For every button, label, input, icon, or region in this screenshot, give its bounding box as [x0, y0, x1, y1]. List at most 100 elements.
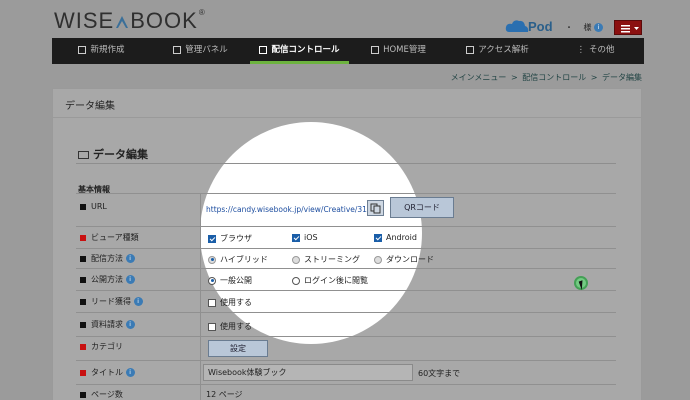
form-icon: [78, 151, 89, 159]
material-use[interactable]: 使用する: [208, 321, 252, 332]
info-icon[interactable]: i: [125, 368, 135, 377]
breadcrumb: メインメニュー > 配信コントロール > データ編集: [451, 72, 642, 83]
breadcrumb-sep: >: [590, 73, 598, 82]
breadcrumb-main-menu[interactable]: メインメニュー: [451, 73, 507, 82]
book-logo-icon: [116, 16, 129, 28]
nav-label: 新規作成: [90, 45, 125, 55]
nav-label: アクセス解析: [478, 45, 529, 55]
menu-button[interactable]: [614, 20, 642, 35]
option-label: iOS: [304, 233, 318, 242]
row-publish: 公開方法 i 一般公開 ログイン後に閲覧: [76, 268, 616, 290]
checkbox-unchecked[interactable]: [208, 298, 216, 307]
url-link[interactable]: https://candy.wisebook.jp/view/Creative/…: [206, 205, 379, 214]
info-icon[interactable]: i: [125, 275, 135, 284]
main-nav: 新規作成 管理パネル 配信コントロール HOME管理 アクセス解析 ⋮ その他: [52, 38, 644, 64]
section-title: データ編集: [78, 146, 148, 162]
row-url: URL https://candy.wisebook.jp/view/Creat…: [76, 193, 616, 226]
nav-label: その他: [588, 45, 615, 55]
title-input[interactable]: Wisebook体験ブック: [203, 364, 413, 381]
viewer-browser[interactable]: ブラウザ: [208, 233, 252, 244]
page-count: 12 ページ: [206, 390, 243, 399]
breadcrumb-delivery-control[interactable]: 配信コントロール: [522, 73, 586, 82]
checkbox-checked[interactable]: [374, 233, 382, 242]
logo-text-right: BOOK: [130, 8, 198, 33]
radio-disabled: [208, 255, 216, 264]
option-label: ハイブリッド: [220, 255, 268, 264]
lead-use[interactable]: 使用する: [208, 297, 252, 308]
bullet-icon: [80, 255, 86, 262]
nav-admin-panel[interactable]: 管理パネル: [151, 38, 250, 64]
nav-analytics[interactable]: アクセス解析: [448, 38, 547, 64]
row-category: カテゴリ: [76, 336, 616, 360]
copy-icon: [370, 203, 381, 214]
option-label: ブラウザ: [220, 234, 252, 243]
wisebook-logo[interactable]: WISE BOOK®: [54, 8, 206, 34]
logo-text-left: WISE: [54, 8, 115, 33]
checkbox-unchecked[interactable]: [208, 322, 216, 331]
row-delivery: 配信方法 i ハイブリッド ストリーミング ダウンロード: [76, 248, 616, 268]
title-hint: 60文字まで: [418, 369, 461, 378]
viewer-ios[interactable]: iOS: [292, 233, 318, 242]
row-label: タイトル: [91, 368, 123, 377]
row-label: 配信方法: [91, 254, 123, 263]
category-settings-button[interactable]: 設定: [208, 340, 268, 357]
nav-delivery-control[interactable]: 配信コントロール: [250, 38, 349, 64]
bullet-icon: [80, 321, 86, 328]
row-label: カテゴリ: [91, 342, 123, 351]
bar-chart-icon: [466, 45, 475, 54]
option-label: ログイン後に閲覧: [304, 276, 368, 285]
divider: [76, 163, 616, 164]
info-icon[interactable]: i: [125, 254, 135, 263]
nav-label: 管理パネル: [185, 45, 228, 55]
user-suffix: 様: [583, 23, 592, 32]
page-title-panel: データ編集: [52, 88, 642, 118]
nav-other[interactable]: ⋮ その他: [547, 38, 644, 64]
row-label: ページ数: [91, 390, 123, 399]
radio-unselected[interactable]: [292, 276, 300, 285]
delivery-download: ダウンロード: [374, 254, 434, 265]
row-viewer: ビューア種類 ブラウザ iOS Android: [76, 226, 616, 248]
option-label: 使用する: [220, 322, 252, 331]
radio-disabled: [374, 255, 382, 264]
checkbox-checked[interactable]: [208, 234, 216, 243]
bullet-icon: [80, 391, 86, 398]
header: WISE BOOK® Pod ・ 様 i: [0, 0, 690, 38]
radio-selected[interactable]: [208, 276, 216, 285]
row-pages: ページ数 12 ページ: [76, 384, 616, 400]
nav-label: HOME管理: [383, 45, 426, 55]
row-lead: リード獲得 i 使用する: [76, 290, 616, 312]
bullet-icon: [80, 276, 86, 283]
row-label: 資料請求: [91, 320, 123, 329]
bullet-icon: [80, 203, 86, 210]
document-icon: [78, 45, 87, 54]
checkbox-checked[interactable]: [292, 233, 300, 242]
delivery-hybrid: ハイブリッド: [208, 254, 268, 265]
monitor-icon: [173, 45, 182, 54]
nav-new[interactable]: 新規作成: [52, 38, 151, 64]
copy-url-button[interactable]: [367, 200, 384, 216]
nav-label: 配信コントロール: [271, 45, 340, 55]
info-icon[interactable]: i: [133, 297, 143, 306]
option-label: 一般公開: [220, 276, 252, 285]
row-label: 公開方法: [91, 275, 123, 284]
row-label: リード獲得: [91, 297, 131, 306]
bullet-icon: [80, 298, 86, 305]
delivery-streaming: ストリーミング: [292, 254, 360, 265]
qr-code-button[interactable]: QRコード: [390, 197, 454, 218]
info-icon[interactable]: i: [594, 23, 604, 32]
viewer-android[interactable]: Android: [374, 233, 417, 242]
user-area[interactable]: ・ 様 i: [565, 22, 604, 33]
option-label: 使用する: [220, 298, 252, 307]
nav-home-admin[interactable]: HOME管理: [349, 38, 448, 64]
publish-login[interactable]: ログイン後に閲覧: [292, 275, 368, 286]
breadcrumb-current: データ編集: [602, 73, 642, 82]
home-icon: [371, 45, 380, 54]
option-label: Android: [386, 233, 417, 242]
publish-public[interactable]: 一般公開: [208, 275, 252, 286]
row-material: 資料請求 i 使用する: [76, 312, 616, 336]
option-label: ダウンロード: [386, 255, 434, 264]
info-icon[interactable]: i: [125, 320, 135, 329]
option-label: ストリーミング: [304, 255, 360, 264]
required-bullet-icon: [80, 369, 86, 376]
row-label: ビューア種類: [91, 233, 139, 242]
